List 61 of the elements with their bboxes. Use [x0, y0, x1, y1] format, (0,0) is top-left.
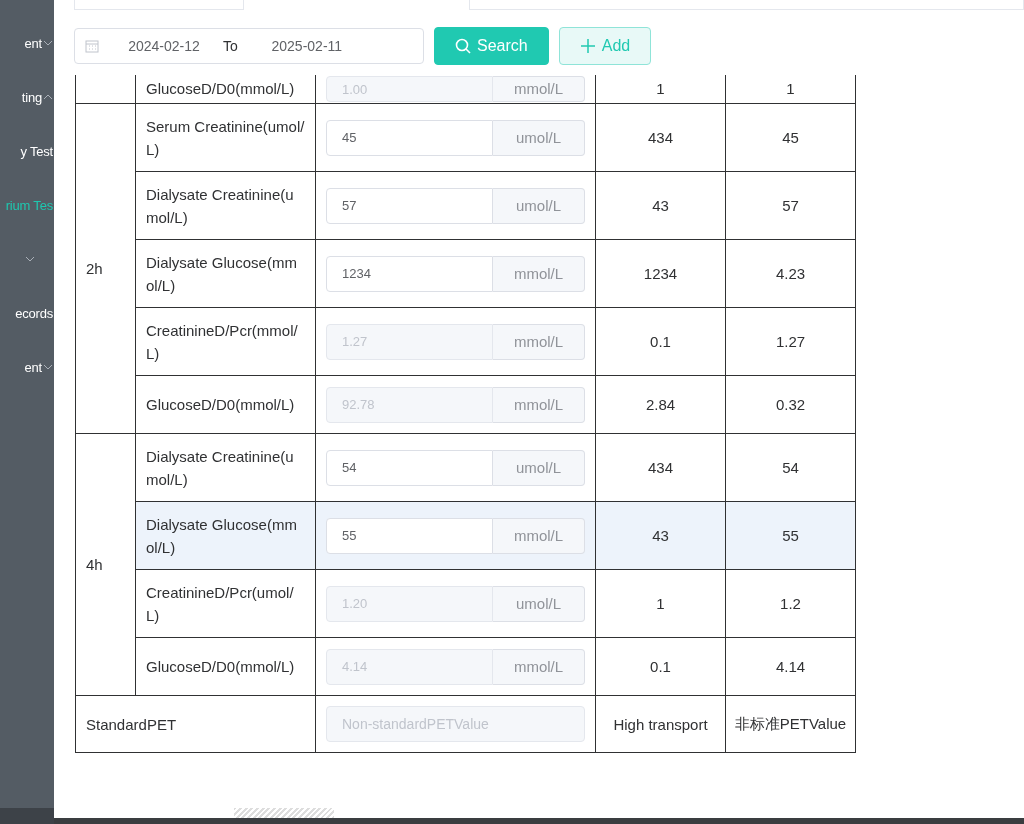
unit-label: mmol/L: [493, 517, 585, 554]
table-cell: CreatinineD/Pcr(umol/L): [146, 583, 294, 624]
sidebar-item[interactable]: ent: [0, 30, 54, 56]
table-cell: Dialysate Creatinine(umol/L): [146, 185, 294, 226]
table-cell: Dialysate Glucose(mmol/L): [146, 515, 297, 556]
input-field[interactable]: 54: [326, 449, 493, 486]
unit-label: umol/L: [493, 585, 585, 622]
table-cell: 0.1: [650, 333, 671, 350]
table-cell: 1: [786, 80, 795, 97]
sidebar-item[interactable]: y Test: [0, 138, 54, 164]
sidebar-item[interactable]: rium Tes: [0, 192, 54, 218]
input-field[interactable]: 1234: [326, 255, 493, 292]
table-cell: StandardPET: [86, 715, 177, 733]
table-cell: 43: [652, 197, 669, 214]
plus-icon: [579, 38, 596, 54]
table-cell: 非标准PETValue: [734, 714, 847, 732]
sidebar-item[interactable]: ecords: [0, 300, 54, 326]
sidebar-item[interactable]: ting: [0, 84, 54, 110]
table-cell: GlucoseD/D0(mmol/L): [146, 80, 295, 97]
input-field[interactable]: 57: [326, 187, 493, 224]
unit-label: mmol/L: [493, 386, 585, 423]
group-label: 4h: [86, 556, 103, 573]
table-cell: 0.1: [650, 658, 671, 675]
table-cell: 1: [656, 595, 665, 612]
date-range-field[interactable]: 2024-02-12 To 2025-02-11: [74, 28, 424, 64]
table-cell: 55: [782, 527, 799, 544]
table-cell: 1: [656, 80, 665, 97]
table-cell: 4.14: [775, 658, 806, 675]
scrollbar-thumb[interactable]: [234, 808, 334, 818]
search-icon: [455, 38, 471, 54]
unit-label: umol/L: [493, 119, 585, 156]
table-cell: 4.23: [775, 265, 806, 282]
table-cell: 43: [652, 527, 669, 544]
table-cell: GlucoseD/D0(mmol/L): [146, 396, 295, 413]
unit-label: mmol/L: [493, 76, 585, 102]
table-cell: Dialysate Glucose(mmol/L): [146, 253, 297, 294]
table-cell: GlucoseD/D0(mmol/L): [146, 658, 295, 675]
table-cell: 0.32: [775, 396, 806, 413]
input-field[interactable]: 55: [326, 517, 493, 554]
table-cell: CreatinineD/Pcr(mmol/L): [146, 321, 298, 362]
sidebar-item[interactable]: ent: [0, 354, 54, 380]
unit-label: mmol/L: [493, 648, 585, 685]
table-cell: High transport: [613, 715, 708, 733]
unit-label: umol/L: [493, 449, 585, 486]
input-field[interactable]: 45: [326, 119, 493, 156]
group-label: 2h: [86, 260, 103, 277]
table-cell: 45: [782, 129, 799, 146]
unit-label: umol/L: [493, 187, 585, 224]
table-cell: Dialysate Creatinine(umol/L): [146, 447, 294, 488]
table-cell: 434: [648, 129, 673, 146]
unit-label: mmol/L: [493, 323, 585, 360]
table-cell: 54: [782, 459, 799, 476]
table-cell: 2.84: [645, 396, 676, 413]
unit-label: mmol/L: [493, 255, 585, 292]
table-cell: 434: [648, 459, 673, 476]
table-cell: Serum Creatinine(umol/L): [146, 117, 305, 158]
table-cell: 57: [782, 197, 799, 214]
table-cell: 1.2: [780, 595, 801, 612]
calendar-icon: [85, 39, 99, 53]
table-cell: 1.27: [775, 333, 806, 350]
table-cell: 1234: [643, 265, 678, 282]
